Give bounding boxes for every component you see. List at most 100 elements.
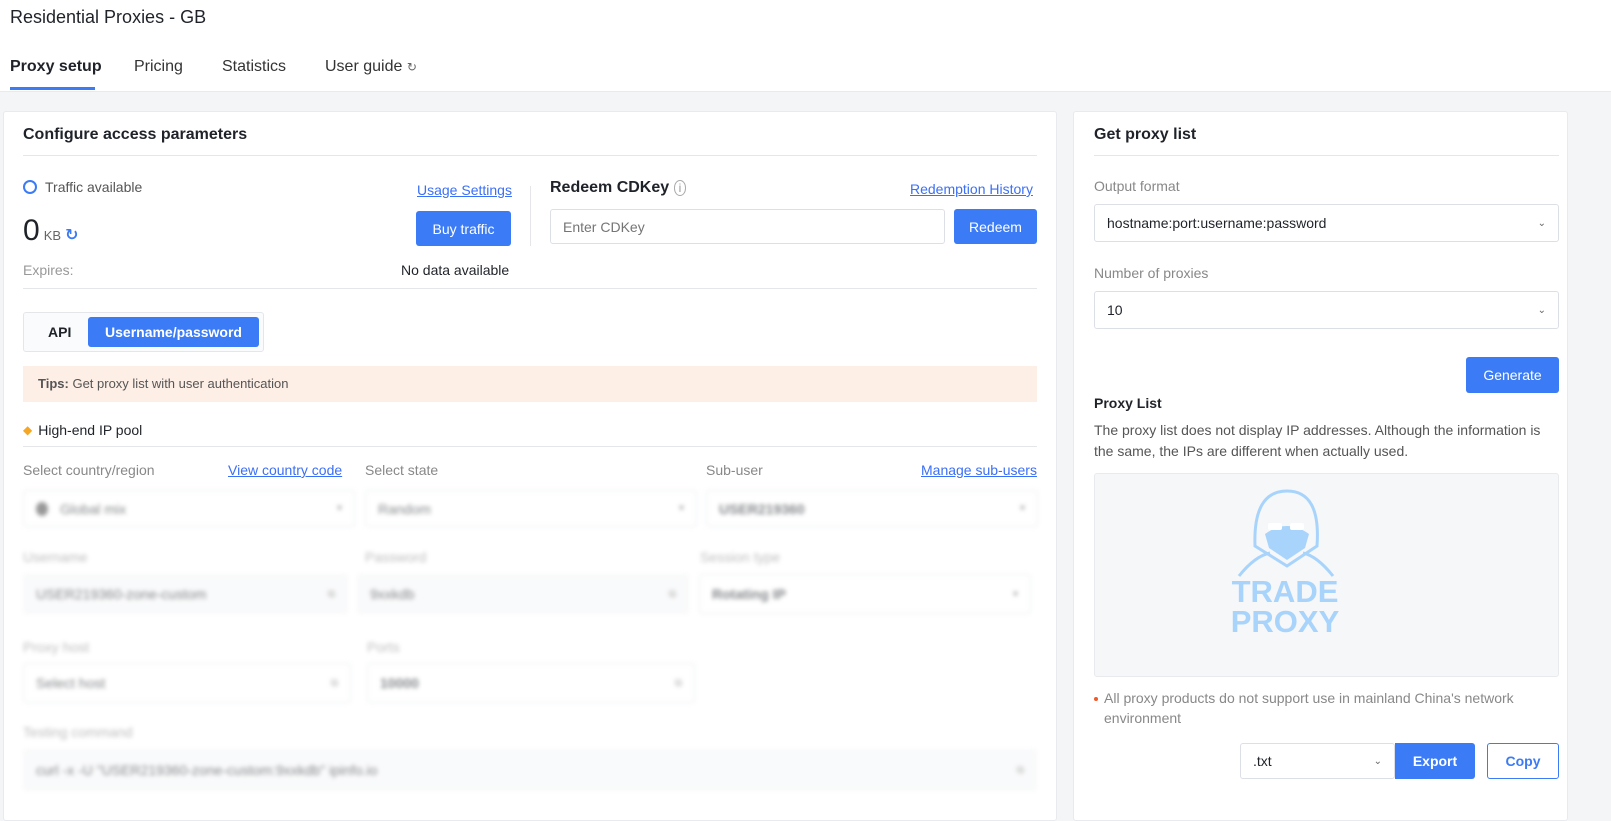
proxy-list-title: Proxy List (1094, 395, 1162, 411)
ports-value: 10000 (380, 675, 419, 691)
tips-banner: Tips: Get proxy list with user authentic… (23, 366, 1037, 402)
format-value: hostname:port:username:password (1107, 215, 1327, 231)
info-icon: i (673, 180, 687, 196)
tips-label: Tips: (38, 376, 69, 391)
page-title: Residential Proxies - GB (10, 7, 207, 27)
warning-dot-icon (1094, 697, 1098, 701)
proxy-list-output[interactable]: TRADE PROXY (1094, 473, 1559, 677)
chevron-down-icon: ⌄ (1373, 755, 1382, 767)
expires-value: No data available (401, 262, 510, 278)
testing-command-label: Testing command (23, 724, 133, 740)
country-value: Global mix (60, 500, 127, 517)
divider (23, 446, 1037, 447)
diamond-icon: ◆ (23, 423, 33, 437)
testing-command-value: curl -x -U "USER219360-zone-custom:9xxkd… (36, 762, 378, 778)
chevron-down-icon: ▾ (1012, 588, 1018, 600)
password-field[interactable]: 9xxkdb ⧉ (357, 574, 689, 614)
copy-icon[interactable]: ⧉ (1017, 765, 1024, 776)
trade-proxy-logo: TRADE PROXY (1231, 489, 1340, 636)
host-value: Select host (36, 675, 106, 691)
active-tab-indicator (10, 87, 95, 90)
copy-icon[interactable]: ⧉ (675, 678, 682, 689)
view-country-code-link[interactable]: View country code (228, 462, 342, 478)
state-select[interactable]: Random ▾ (365, 490, 697, 527)
session-type-select[interactable]: Rotating IP ▾ (699, 574, 1031, 614)
count-value: 10 (1107, 302, 1123, 318)
manage-subusers-link[interactable]: Manage sub-users (921, 462, 1037, 478)
testing-command-field[interactable]: curl -x -U "USER219360-zone-custom:9xxkd… (23, 749, 1037, 791)
subuser-value: USER219360 (719, 500, 805, 517)
redeem-title: Redeem CDKey i (550, 179, 687, 197)
usage-settings-link[interactable]: Usage Settings (417, 182, 512, 198)
refresh-icon[interactable]: ↻ (65, 225, 78, 245)
copy-icon[interactable]: ⧉ (669, 589, 676, 600)
proxy-list-panel: Get proxy list Output format hostname:po… (1073, 111, 1568, 821)
header: Residential Proxies - GB Proxy setup Pri… (0, 0, 1611, 92)
export-format-select[interactable]: .txt ⌄ (1240, 743, 1395, 779)
output-format-label: Output format (1094, 178, 1180, 194)
generate-button[interactable]: Generate (1466, 357, 1559, 393)
traffic-globe-icon (23, 180, 37, 194)
copy-icon[interactable]: ⧉ (331, 678, 338, 689)
copy-icon[interactable]: ⧉ (328, 589, 335, 600)
session-value: Rotating IP (712, 586, 786, 602)
auth-mode-toggle: API Username/password (23, 312, 264, 352)
chevron-down-icon: ▾ (1019, 503, 1025, 514)
tab-statistics[interactable]: Statistics (222, 58, 286, 76)
pool-label: High-end IP pool (38, 422, 143, 438)
china-warning: All proxy products do not support use in… (1094, 688, 1554, 728)
tab-username-password[interactable]: Username/password (88, 317, 259, 347)
tab-label: User guide (325, 58, 403, 75)
copy-button[interactable]: Copy (1487, 743, 1559, 779)
session-type-label: Session type (700, 549, 781, 565)
tab-user-guide[interactable]: User guide ↻ (325, 58, 417, 76)
tab-pricing[interactable]: Pricing (134, 58, 183, 76)
subuser-label: Sub-user (706, 462, 763, 478)
traffic-label: Traffic available (45, 179, 143, 195)
username-label: Username (23, 549, 88, 565)
state-label: Select state (365, 462, 439, 478)
section-title: Get proxy list (1094, 126, 1197, 143)
tab-proxy-setup[interactable]: Proxy setup (10, 58, 102, 76)
section-title: Configure access parameters (23, 126, 248, 143)
external-link-icon: ↻ (406, 60, 417, 74)
redeem-button[interactable]: Redeem (954, 209, 1037, 244)
svg-text:PROXY: PROXY (1231, 604, 1340, 636)
proxy-list-note: The proxy list does not display IP addre… (1094, 422, 1541, 459)
divider (1094, 155, 1559, 156)
buy-traffic-button[interactable]: Buy traffic (416, 211, 511, 246)
proxy-host-select[interactable]: Select host ⧉ (23, 663, 351, 703)
tab-api[interactable]: API (48, 324, 71, 340)
tips-text: Get proxy list with user authentication (72, 376, 289, 391)
state-value: Random (378, 500, 431, 517)
chevron-down-icon: ▾ (678, 503, 684, 514)
username-value: USER219360-zone-custom (36, 586, 207, 602)
password-value: 9xxkdb (370, 586, 415, 602)
country-select[interactable]: Global mix ▾ (23, 490, 355, 527)
export-button[interactable]: Export (1395, 743, 1475, 779)
ports-field[interactable]: 10000 ⧉ (367, 663, 695, 703)
divider (23, 288, 1037, 289)
configure-panel: Configure access parameters Traffic avai… (3, 111, 1057, 821)
redemption-history-link[interactable]: Redemption History (910, 181, 1033, 197)
cdkey-input[interactable] (550, 209, 945, 244)
username-field[interactable]: USER219360-zone-custom ⧉ (23, 574, 348, 614)
password-label: Password (365, 549, 427, 565)
expires-label: Expires: (23, 262, 74, 278)
chevron-down-icon: ⌄ (1537, 304, 1546, 316)
globe-icon (36, 501, 48, 516)
redeem-title-text: Redeem CDKey (550, 179, 670, 196)
divider (23, 155, 1037, 156)
ports-label: Ports (367, 639, 400, 655)
subuser-select[interactable]: USER219360 ▾ (706, 490, 1038, 527)
output-format-select[interactable]: hostname:port:username:password ⌄ (1094, 204, 1559, 242)
export-format-value: .txt (1253, 753, 1272, 769)
chevron-down-icon: ⌄ (1537, 217, 1546, 229)
proxy-count-label: Number of proxies (1094, 265, 1209, 281)
proxy-host-label: Proxy host (23, 639, 90, 655)
country-label: Select country/region (23, 462, 155, 478)
traffic-value: 0 (23, 214, 40, 247)
traffic-unit: KB (43, 228, 62, 243)
proxy-count-select[interactable]: 10 ⌄ (1094, 291, 1559, 329)
chevron-down-icon: ▾ (336, 503, 342, 514)
